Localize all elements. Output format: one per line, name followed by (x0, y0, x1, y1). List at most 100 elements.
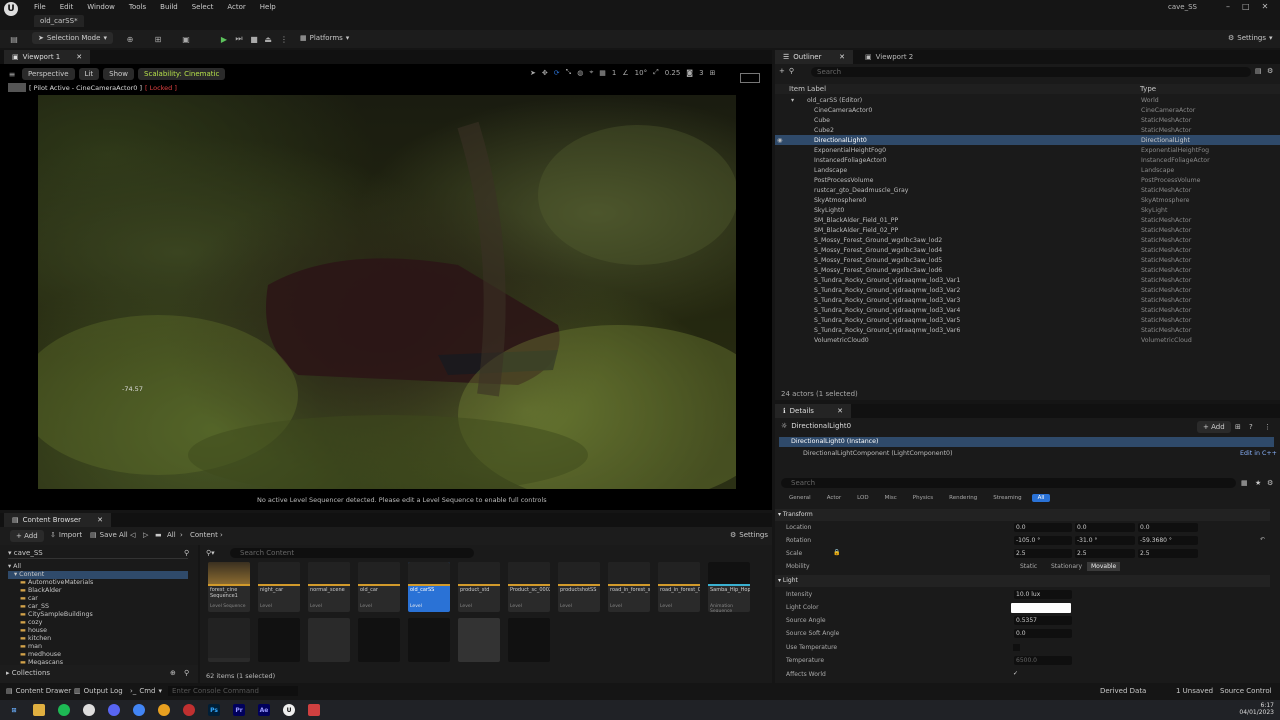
rotate-tool-icon[interactable]: ⟳ (554, 69, 560, 77)
camera-speed-icon[interactable]: ◙ (686, 69, 693, 77)
folder-item[interactable]: ▬ car_SS (8, 603, 188, 611)
folder-item[interactable]: ▬ car (8, 595, 188, 603)
asset-tile[interactable]: product_std Level (458, 562, 500, 612)
back-icon[interactable]: ◁ (130, 531, 135, 539)
outliner-search-input[interactable]: Search (811, 67, 1251, 77)
asset-tile[interactable]: road_in_forest_sideview_01Level (608, 562, 650, 612)
folder-item[interactable]: ▬ kitchen (8, 635, 188, 643)
outliner-row[interactable]: SM_BlackAlder_Field_02_PP StaticMeshActor (775, 225, 1280, 235)
asset-tile-selected[interactable]: old_carSS Level (408, 562, 450, 612)
filter-all[interactable]: All (1031, 494, 1051, 502)
minimize-icon[interactable]: – (1226, 2, 1230, 11)
outliner-row[interactable]: ExponentialHeightFog0 ExponentialHeightFo… (775, 145, 1280, 155)
add-button[interactable]: + Add (10, 530, 44, 542)
source-control-button[interactable]: Source Control (1220, 687, 1272, 695)
asset-tile[interactable] (408, 618, 450, 662)
menu-file[interactable]: File (34, 3, 46, 11)
app-icon[interactable] (308, 704, 320, 716)
blueprint-icon[interactable]: ⊞ (1235, 423, 1241, 431)
hamburger-icon[interactable]: ≡ (6, 68, 18, 80)
add-collection-icon[interactable]: ⊕ (170, 669, 176, 677)
folder-item[interactable]: ▬ BlackAlder (8, 587, 188, 595)
forward-icon[interactable]: ▷ (143, 531, 148, 539)
level-viewport[interactable]: ≡ Perspective Lit Show Scalability: Cine… (0, 64, 772, 510)
save-icon[interactable]: ▤ (1255, 67, 1262, 75)
outliner-row-selected[interactable]: ◉ DirectionalLight0 DirectionalLight (775, 135, 1280, 145)
temperature-field[interactable]: 6500.0 (1014, 656, 1072, 665)
outliner-row[interactable]: Cube StaticMeshActor (775, 115, 1280, 125)
asset-tile[interactable] (258, 618, 300, 662)
lit-button[interactable]: Lit (78, 68, 100, 80)
cmd-button[interactable]: ›_ Cmd ▾ (130, 687, 162, 695)
premiere-icon[interactable]: Pr (233, 704, 245, 716)
camera-icon[interactable] (8, 83, 26, 92)
filter-physics[interactable]: Physics (907, 494, 939, 502)
add-actor-icon[interactable]: + (779, 67, 785, 75)
outliner-row[interactable]: S_Mossy_Forest_Ground_wgxlbc3aw_lod5 Stat… (775, 255, 1280, 265)
gear-icon[interactable]: ⚙ (1267, 67, 1273, 75)
scale-x[interactable]: 2.5 (1014, 549, 1072, 558)
close-icon[interactable]: ✕ (1262, 2, 1269, 11)
unreal-logo-icon[interactable]: U (4, 2, 18, 16)
outliner-row[interactable]: PostProcessVolume PostProcessVolume (775, 175, 1280, 185)
asset-tile[interactable]: old_car Level (358, 562, 400, 612)
grid-snap-icon[interactable]: ▦ (599, 69, 606, 77)
close-tab-icon[interactable]: ✕ (837, 407, 843, 415)
outliner-row[interactable]: Landscape Landscape (775, 165, 1280, 175)
filter-actor[interactable]: Actor (821, 494, 847, 502)
menu-actor[interactable]: Actor (227, 3, 245, 11)
intensity-field[interactable]: 10.0 lux (1014, 590, 1072, 599)
folder-item[interactable]: ▬ man (8, 643, 188, 651)
more-icon[interactable]: ⋮ (278, 33, 290, 45)
clock[interactable]: 6:17 04/01/2023 (1220, 702, 1274, 716)
menu-select[interactable]: Select (192, 3, 214, 11)
breadcrumb-all[interactable]: All (167, 531, 176, 539)
instance-row[interactable]: DirectionalLight0 (Instance) (779, 437, 1274, 447)
save-icon[interactable]: ▤ (8, 33, 20, 45)
grid-size-value[interactable]: 1 (612, 69, 616, 77)
filter-streaming[interactable]: Streaming (987, 494, 1027, 502)
eject-icon[interactable]: ⏏ (262, 33, 274, 45)
outliner-row[interactable]: S_Tundra_Rocky_Ground_vjdraaqmw_lod3_Var… (775, 285, 1280, 295)
tab-content-browser[interactable]: ▤ Content Browser ✕ (4, 513, 111, 527)
outliner-row[interactable]: S_Mossy_Forest_Ground_wgxlbc3aw_lod2 Stat… (775, 235, 1280, 245)
filter-icon[interactable]: ⚲▾ (206, 549, 215, 557)
select-tool-icon[interactable]: ➤ (530, 69, 536, 77)
asset-tile[interactable]: night_car Level (258, 562, 300, 612)
section-light[interactable]: ▾ Light (775, 575, 1270, 587)
search-icon[interactable]: ⚲ (184, 669, 189, 677)
angle-snap-icon[interactable]: ∠ (622, 69, 628, 77)
outliner-row[interactable]: Cube2 StaticMeshActor (775, 125, 1280, 135)
folder-item[interactable]: ▬ AutomotiveMaterials (8, 579, 188, 587)
settings-button[interactable]: ⚙ Settings ▾ (1228, 34, 1273, 42)
filter-general[interactable]: General (783, 494, 817, 502)
rotation-x[interactable]: -105.0 ° (1014, 536, 1072, 545)
outliner-row[interactable]: S_Tundra_Rocky_Ground_vjdraaqmw_lod3_Var… (775, 305, 1280, 315)
content-drawer-button[interactable]: ▤ Content Drawer (6, 687, 71, 695)
menu-help[interactable]: Help (260, 3, 276, 11)
outliner-row[interactable]: S_Tundra_Rocky_Ground_vjdraaqmw_lod3_Var… (775, 295, 1280, 305)
output-log-button[interactable]: ▥ Output Log (74, 687, 123, 695)
scale-tool-icon[interactable]: ⤡ (566, 68, 572, 77)
spotify-icon[interactable] (58, 704, 70, 716)
breadcrumb-content[interactable]: Content (190, 531, 218, 539)
cinematics-icon[interactable]: ▣ (180, 33, 192, 45)
location-z[interactable]: 0.0 (1138, 523, 1198, 532)
outliner-row[interactable]: SM_BlackAlder_Field_01_PP StaticMeshActor (775, 215, 1280, 225)
use-temperature-checkbox[interactable] (1013, 644, 1020, 651)
stop-icon[interactable]: ■ (248, 33, 260, 45)
asset-tile[interactable] (208, 618, 250, 662)
menu-build[interactable]: Build (160, 3, 178, 11)
outliner-row[interactable]: S_Tundra_Rocky_Ground_vjdraaqmw_lod3_Var… (775, 315, 1280, 325)
outliner-row[interactable]: S_Tundra_Rocky_Ground_vjdraaqmw_lod3_Var… (775, 275, 1280, 285)
outliner-row[interactable]: rustcar_gto_Deadmuscle_Gray StaticMeshAct… (775, 185, 1280, 195)
world-icon[interactable]: ◍ (577, 69, 583, 77)
outliner-row-world[interactable]: ▾ old_carSS (Editor) World (775, 95, 1280, 105)
location-y[interactable]: 0.0 (1075, 523, 1135, 532)
photoshop-icon[interactable]: Ps (208, 704, 220, 716)
filter-misc[interactable]: Misc (879, 494, 903, 502)
maximize-icon[interactable]: □ (1242, 2, 1250, 11)
move-tool-icon[interactable]: ✥ (542, 69, 548, 77)
folder-item[interactable]: ▬ cozy (8, 619, 188, 627)
scale-snap-value[interactable]: 0.25 (665, 69, 681, 77)
